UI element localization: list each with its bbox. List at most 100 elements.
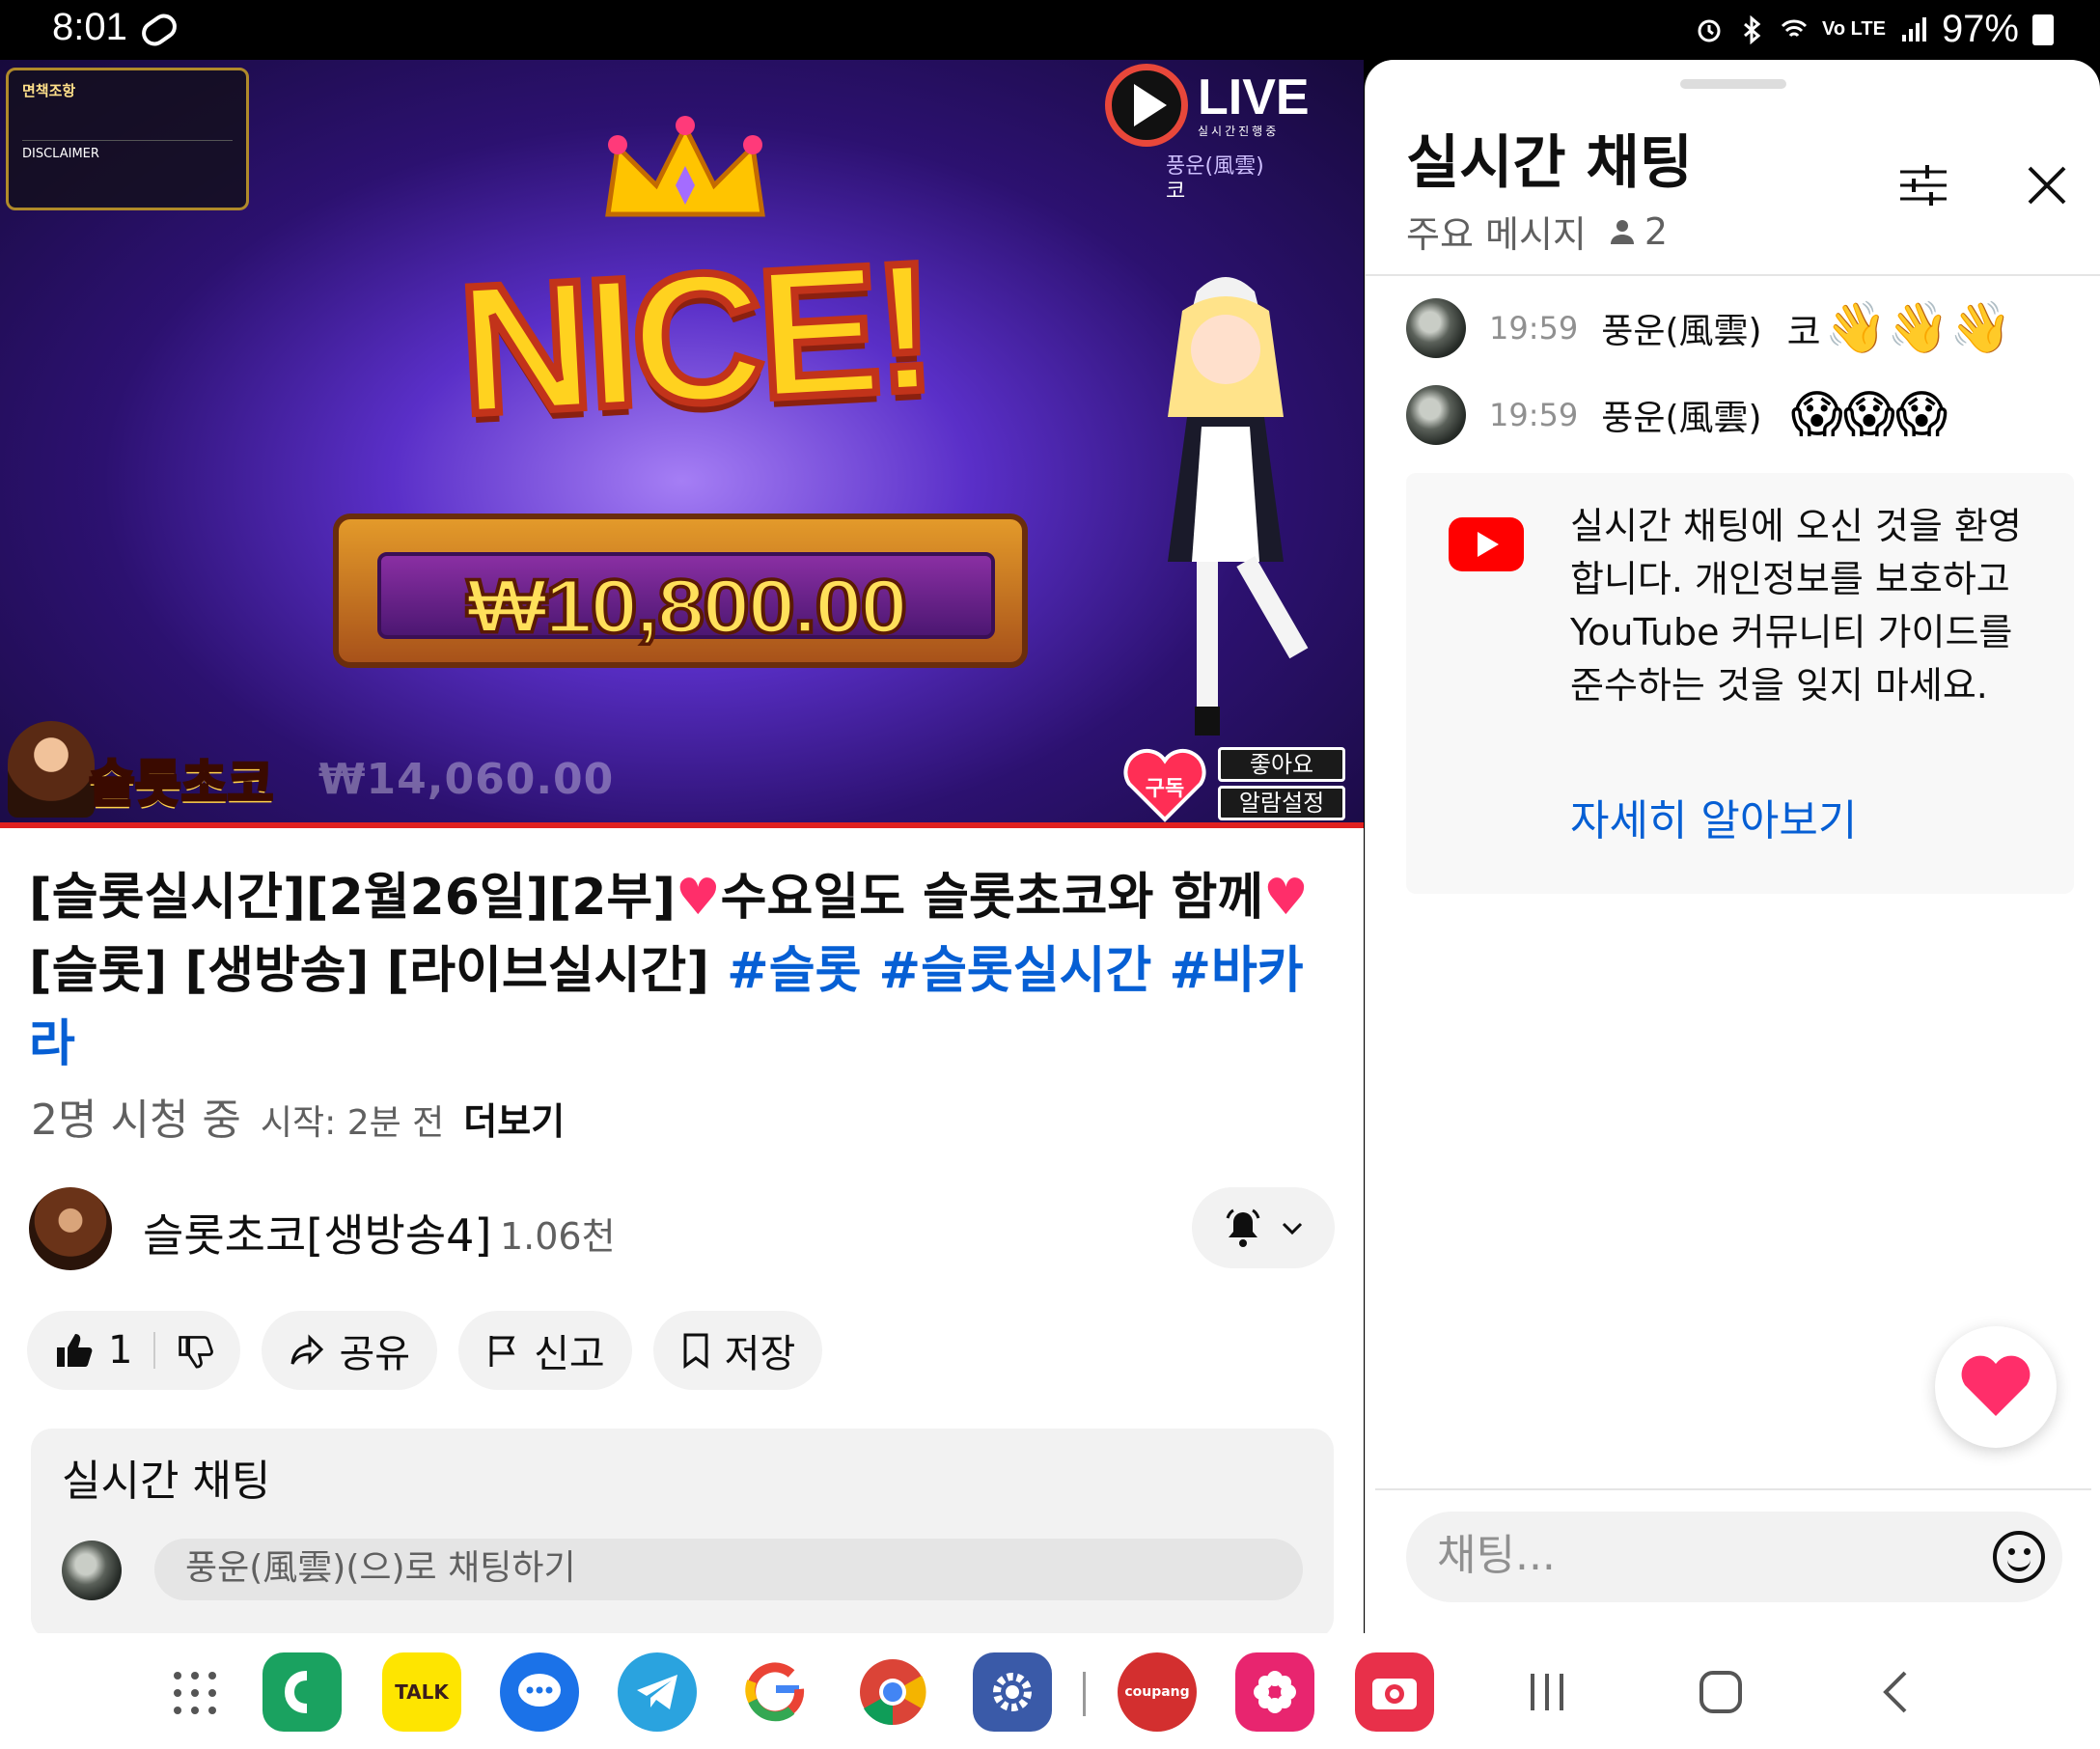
wifi-icon xyxy=(1781,19,1808,37)
report-button[interactable]: 신고 xyxy=(458,1311,632,1390)
title-part1: [슬롯실시간][2월26일][2부] xyxy=(29,869,677,927)
more-button[interactable]: 더보기 xyxy=(463,1092,565,1145)
chat-filter-row[interactable]: 주요 메시지 2 xyxy=(1406,205,1668,258)
back-icon[interactable] xyxy=(1874,1668,1922,1716)
network-type: Vo LTE xyxy=(1822,18,1886,40)
share-button[interactable]: 공유 xyxy=(262,1311,438,1390)
bell-icon xyxy=(1226,1208,1260,1247)
welcome-notice: 실시간 채팅에 오신 것을 환영합니다. 개인정보를 보호하고 YouTube … xyxy=(1406,473,2074,894)
character-illustration xyxy=(1168,277,1309,736)
subscriber-count: 1.06천 xyxy=(500,1215,616,1258)
drag-handle[interactable] xyxy=(1680,79,1786,89)
chat-filter-label[interactable]: 주요 메시지 xyxy=(1406,205,1587,258)
home-icon[interactable] xyxy=(1697,1668,1745,1716)
chevron-down-icon xyxy=(1282,1222,1303,1235)
bluetooth-icon xyxy=(1744,14,1761,44)
alarm-overlay-label: 알람설정 xyxy=(1218,786,1345,820)
app-drawer-icon[interactable] xyxy=(170,1668,220,1718)
heart-reaction-button[interactable] xyxy=(1935,1326,2057,1448)
chat-input[interactable]: 채팅... xyxy=(1406,1512,2062,1602)
scream-emoji-icon: 😱😱😱 xyxy=(1790,386,1948,444)
channel-logo-text: 슬롯초코 xyxy=(87,755,274,816)
channel-row: 슬롯초코[생방송4] 1.06천 xyxy=(29,1187,1341,1270)
video-player[interactable]: 면책조항 DISCLAIMER LIVE 실시간진행중 풍운(風雲) 코 NIC… xyxy=(0,60,1364,825)
alarm-icon xyxy=(1698,19,1721,42)
messages-icon[interactable] xyxy=(500,1652,579,1732)
telegram-icon[interactable] xyxy=(618,1652,697,1732)
live-logo: LIVE 실시간진행중 xyxy=(1105,64,1310,147)
coupang-icon[interactable]: coupang xyxy=(1118,1652,1197,1732)
like-overlay-label: 좋아요 xyxy=(1218,747,1345,782)
person-icon xyxy=(1610,219,1634,244)
like-count: 1 xyxy=(108,1328,133,1373)
status-time: 8:01 xyxy=(52,6,127,48)
message-text: 코 xyxy=(1786,310,1821,353)
notification-bell-button[interactable] xyxy=(1192,1187,1335,1268)
wave-emoji-icon: 👋👋👋 xyxy=(1824,299,2012,357)
kakaotalk-icon[interactable]: TALK xyxy=(382,1652,461,1732)
live-chat-card-title: 실시간 채팅 xyxy=(62,1457,271,1506)
video-page: 면책조항 DISCLAIMER LIVE 실시간진행중 풍운(風雲) 코 NIC… xyxy=(0,60,1364,1639)
channel-name[interactable]: 슬롯초코[생방송4] xyxy=(143,1201,491,1264)
ghost-total: ₩14,060.00 xyxy=(318,755,615,804)
overlay-chat-msg: 코 xyxy=(1166,180,1186,204)
message-time: 19:59 xyxy=(1489,397,1579,433)
phone-icon[interactable] xyxy=(262,1652,342,1732)
chat-message[interactable]: 19:59 풍운(風雲) 😱😱😱 xyxy=(1406,384,1948,446)
save-button[interactable]: 저장 xyxy=(652,1311,823,1390)
win-amount-frame: ₩10,800.00 xyxy=(333,514,1028,668)
flag-icon xyxy=(489,1336,515,1367)
thumbs-down-icon[interactable] xyxy=(177,1332,214,1369)
kakaotalk-label: TALK xyxy=(395,1680,449,1704)
close-icon[interactable] xyxy=(2018,156,2076,214)
participant-count: 2 xyxy=(1644,209,1669,253)
crown-icon xyxy=(605,116,765,217)
like-dislike-button[interactable]: 1 xyxy=(27,1311,241,1390)
message-author[interactable]: 풍운(風雲) xyxy=(1601,303,1761,353)
camera-icon[interactable] xyxy=(1355,1652,1434,1732)
chat-panel-title: 실시간 채팅 xyxy=(1406,129,1693,197)
title-part2: 수요일도 슬롯초코와 함께 xyxy=(720,869,1264,927)
settings-sliders-icon[interactable] xyxy=(1894,156,1952,214)
chat-input-placeholder: 채팅... xyxy=(1437,1531,1556,1580)
message-author[interactable]: 풍운(風雲) xyxy=(1601,390,1761,440)
settings-icon[interactable] xyxy=(973,1652,1052,1732)
video-title: [슬롯실시간][2월26일][2부]♥수요일도 슬롯초코와 함께♥ [슬롯] [… xyxy=(29,861,1341,1081)
learn-more-link[interactable]: 자세히 알아보기 xyxy=(1570,786,1857,847)
live-chat-card[interactable]: 실시간 채팅 풍운(風雲)(으)로 채팅하기 xyxy=(31,1429,1334,1639)
chrome-icon[interactable] xyxy=(853,1652,932,1732)
viewer-count: 2명 시청 중 xyxy=(31,1096,241,1145)
battery-icon xyxy=(2032,14,2054,45)
title-part3: [슬롯] [생방송] [라이브실시간] xyxy=(29,942,728,1000)
coupang-label: coupang xyxy=(1124,1684,1190,1700)
video-progress-bar[interactable] xyxy=(0,822,1364,828)
flower-app-icon[interactable] xyxy=(1235,1652,1314,1732)
action-bar: 1 공유 신고 저장 xyxy=(27,1311,823,1390)
emoji-icon[interactable] xyxy=(1993,1531,2045,1583)
battery-percent: 97% xyxy=(1941,8,2019,50)
pill-icon xyxy=(136,9,182,51)
channel-character-icon xyxy=(8,721,95,818)
start-time: 시작: 2분 전 xyxy=(260,1103,445,1143)
recent-apps-icon[interactable] xyxy=(1523,1668,1571,1716)
share-icon xyxy=(290,1334,324,1365)
signal-icon xyxy=(1901,16,1926,42)
chat-card-input[interactable]: 풍운(風雲)(으)로 채팅하기 xyxy=(154,1539,1303,1600)
taskbar: TALK coupang xyxy=(0,1633,2100,1749)
status-icons: Vo LTE 97% xyxy=(1695,8,2054,51)
channel-avatar[interactable] xyxy=(29,1187,112,1270)
dock-divider xyxy=(1083,1672,1086,1716)
divider xyxy=(1375,1488,2091,1490)
user-avatar xyxy=(62,1541,122,1600)
disclaimer-box: 면책조항 DISCLAIMER xyxy=(6,68,249,210)
heart-icon: ♥ xyxy=(676,869,721,927)
play-icon xyxy=(1105,64,1188,147)
google-icon[interactable] xyxy=(735,1652,815,1732)
thumbs-up-icon[interactable] xyxy=(54,1330,95,1371)
chat-message[interactable]: 19:59 풍운(風雲) 코 👋👋👋 xyxy=(1406,297,2012,359)
subscribe-heart-icon: 구독 xyxy=(1123,748,1206,822)
divider xyxy=(1366,274,2100,276)
youtube-icon xyxy=(1449,517,1524,571)
win-banner: NICE! xyxy=(451,220,939,457)
save-label: 저장 xyxy=(724,1332,796,1376)
